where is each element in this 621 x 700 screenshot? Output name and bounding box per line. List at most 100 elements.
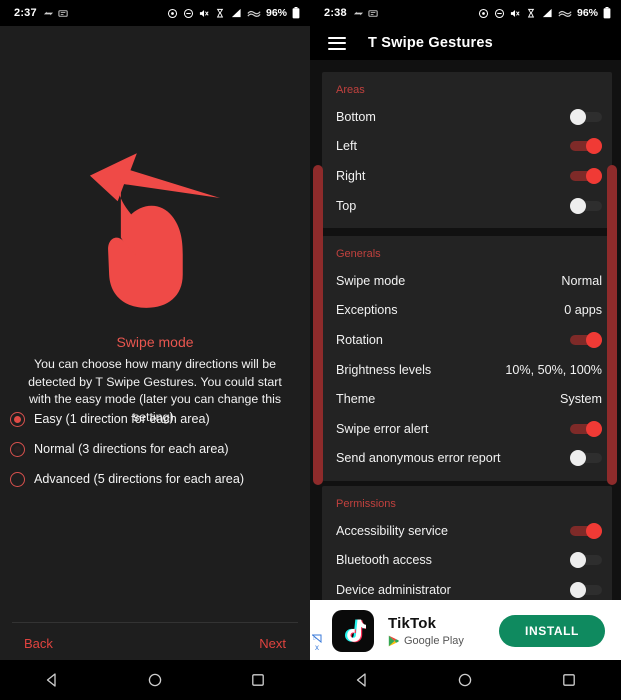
status-bar-right-icons: 96%: [167, 7, 300, 19]
nav-back-button[interactable]: [345, 663, 379, 697]
row-left[interactable]: Left: [322, 132, 612, 162]
data-saver-icon: [368, 9, 378, 17]
nav-home-button[interactable]: [448, 663, 482, 697]
radio-icon-selected: [10, 411, 25, 427]
row-label: Send anonymous error report: [336, 451, 501, 466]
app-title: T Swipe Gestures: [368, 35, 493, 51]
row-top[interactable]: Top: [322, 191, 612, 221]
status-bar-clock: 2:38: [324, 7, 347, 19]
footer-divider: [12, 622, 298, 623]
toggle-right[interactable]: [570, 167, 602, 184]
data-saver-icon: [58, 9, 68, 17]
battery-percent-label: 96%: [265, 7, 287, 19]
row-label: Brightness levels: [336, 362, 432, 377]
radio-option-normal[interactable]: Normal (3 directions for each area): [10, 434, 300, 464]
vibrate-icon: [527, 8, 535, 17]
tiktok-logo-icon: [332, 610, 374, 652]
row-label: Exceptions: [336, 303, 398, 318]
left-status-bar: 2:37 96%: [0, 0, 310, 26]
row-label: Accessibility service: [336, 523, 448, 538]
ad-source: Google Play: [388, 635, 464, 647]
radio-icon: [10, 441, 25, 457]
nav-recents-button[interactable]: [241, 663, 275, 697]
nav-home-button[interactable]: [138, 663, 172, 697]
row-label: Left: [336, 139, 358, 154]
sync-icon: [353, 11, 363, 15]
do-not-disturb-icon: [183, 8, 194, 18]
row-send-anonymous-error-report[interactable]: Send anonymous error report: [322, 444, 612, 474]
row-swipe-mode[interactable]: Swipe mode Normal: [322, 266, 612, 296]
recents-square-icon: [252, 674, 265, 686]
row-swipe-error-alert[interactable]: Swipe error alert: [322, 414, 612, 444]
row-value: 0 apps: [564, 303, 602, 318]
row-value: System: [560, 392, 602, 407]
battery-percent-label: 96%: [576, 7, 598, 19]
toggle-bottom[interactable]: [570, 108, 602, 125]
settings-scroll-area[interactable]: Areas Bottom Left Right Top Generals Swi…: [310, 60, 621, 600]
toggle-rotation[interactable]: [570, 331, 602, 348]
swipe-mode-radio-group: Easy (1 direction for each area) Normal …: [10, 404, 300, 494]
ad-text-block: TikTok Google Play: [388, 615, 464, 647]
battery-icon: [603, 7, 611, 19]
status-bar-clock: 2:37: [14, 7, 37, 19]
row-rotation[interactable]: Rotation: [322, 325, 612, 355]
install-button[interactable]: INSTALL: [499, 615, 605, 647]
nav-back-button[interactable]: [35, 663, 69, 697]
hamburger-menu-icon[interactable]: [328, 36, 346, 50]
status-bar-left-icons: [43, 8, 69, 19]
row-accessibility-service[interactable]: Accessibility service: [322, 516, 612, 546]
row-label: Bottom: [336, 109, 376, 124]
row-label: Rotation: [336, 332, 383, 347]
toggle-device-administrator[interactable]: [570, 581, 602, 598]
nav-recents-button[interactable]: [552, 663, 586, 697]
toggle-swipe-error-alert[interactable]: [570, 420, 602, 437]
radio-label: Normal (3 directions for each area): [34, 442, 229, 456]
section-header-areas: Areas: [336, 84, 365, 96]
swipe-hand-illustration: [0, 150, 310, 310]
back-triangle-icon: [356, 673, 366, 687]
row-bluetooth-access[interactable]: Bluetooth access: [322, 546, 612, 576]
right-status-bar: 2:38 96%: [310, 0, 621, 26]
row-value: Normal: [561, 273, 602, 288]
ad-close-label[interactable]: x: [315, 644, 319, 652]
radio-option-advanced[interactable]: Advanced (5 directions for each area): [10, 464, 300, 494]
right-swipe-area-indicator: [607, 165, 617, 485]
page-title: Swipe mode: [116, 334, 194, 350]
row-exceptions[interactable]: Exceptions 0 apps: [322, 296, 612, 326]
row-brightness-levels[interactable]: Brightness levels 10%, 50%, 100%: [322, 355, 612, 385]
radio-label: Advanced (5 directions for each area): [34, 472, 245, 486]
volume-mute-icon: [199, 9, 209, 17]
toggle-top[interactable]: [570, 197, 602, 214]
signal-bars-icon: [231, 8, 241, 17]
toggle-bluetooth-access[interactable]: [570, 552, 602, 569]
row-label: Top: [336, 198, 357, 213]
radio-label: Easy (1 direction for each area): [34, 412, 210, 426]
ad-banner[interactable]: ▷ x TikTok Google Play INSTALL: [310, 600, 621, 662]
section-header-generals: Generals: [336, 248, 381, 260]
row-theme[interactable]: Theme System: [322, 384, 612, 414]
radio-option-easy[interactable]: Easy (1 direction for each area): [10, 404, 300, 434]
google-play-icon: [388, 635, 399, 647]
vibrate-icon: [216, 8, 224, 17]
row-bottom[interactable]: Bottom: [322, 102, 612, 132]
next-button[interactable]: Next: [259, 636, 286, 651]
screenshot-root: 2:37 96% Swipe mode You can choose how m…: [0, 0, 621, 700]
section-generals: Generals Swipe mode Normal Exceptions 0 …: [322, 236, 612, 482]
row-label: Theme: [336, 392, 376, 407]
row-label: Right: [336, 168, 366, 183]
toggle-left[interactable]: [570, 138, 602, 155]
adchoices-icon[interactable]: ▷ x: [312, 634, 322, 652]
left-swipe-area-indicator: [313, 165, 323, 485]
toggle-accessibility-service[interactable]: [570, 522, 602, 539]
back-button[interactable]: Back: [24, 636, 53, 651]
network-type-icon: [247, 10, 261, 17]
swipe-hand-icon: [89, 153, 221, 308]
radio-icon: [10, 471, 25, 487]
row-right[interactable]: Right: [322, 161, 612, 191]
right-navigation-bar: [310, 660, 621, 700]
ad-source-label: Google Play: [404, 635, 464, 647]
section-areas: Areas Bottom Left Right Top: [322, 72, 612, 229]
row-device-administrator[interactable]: Device administrator: [322, 575, 612, 600]
recents-square-icon: [563, 674, 575, 686]
toggle-send-anonymous-error-report[interactable]: [570, 450, 602, 467]
